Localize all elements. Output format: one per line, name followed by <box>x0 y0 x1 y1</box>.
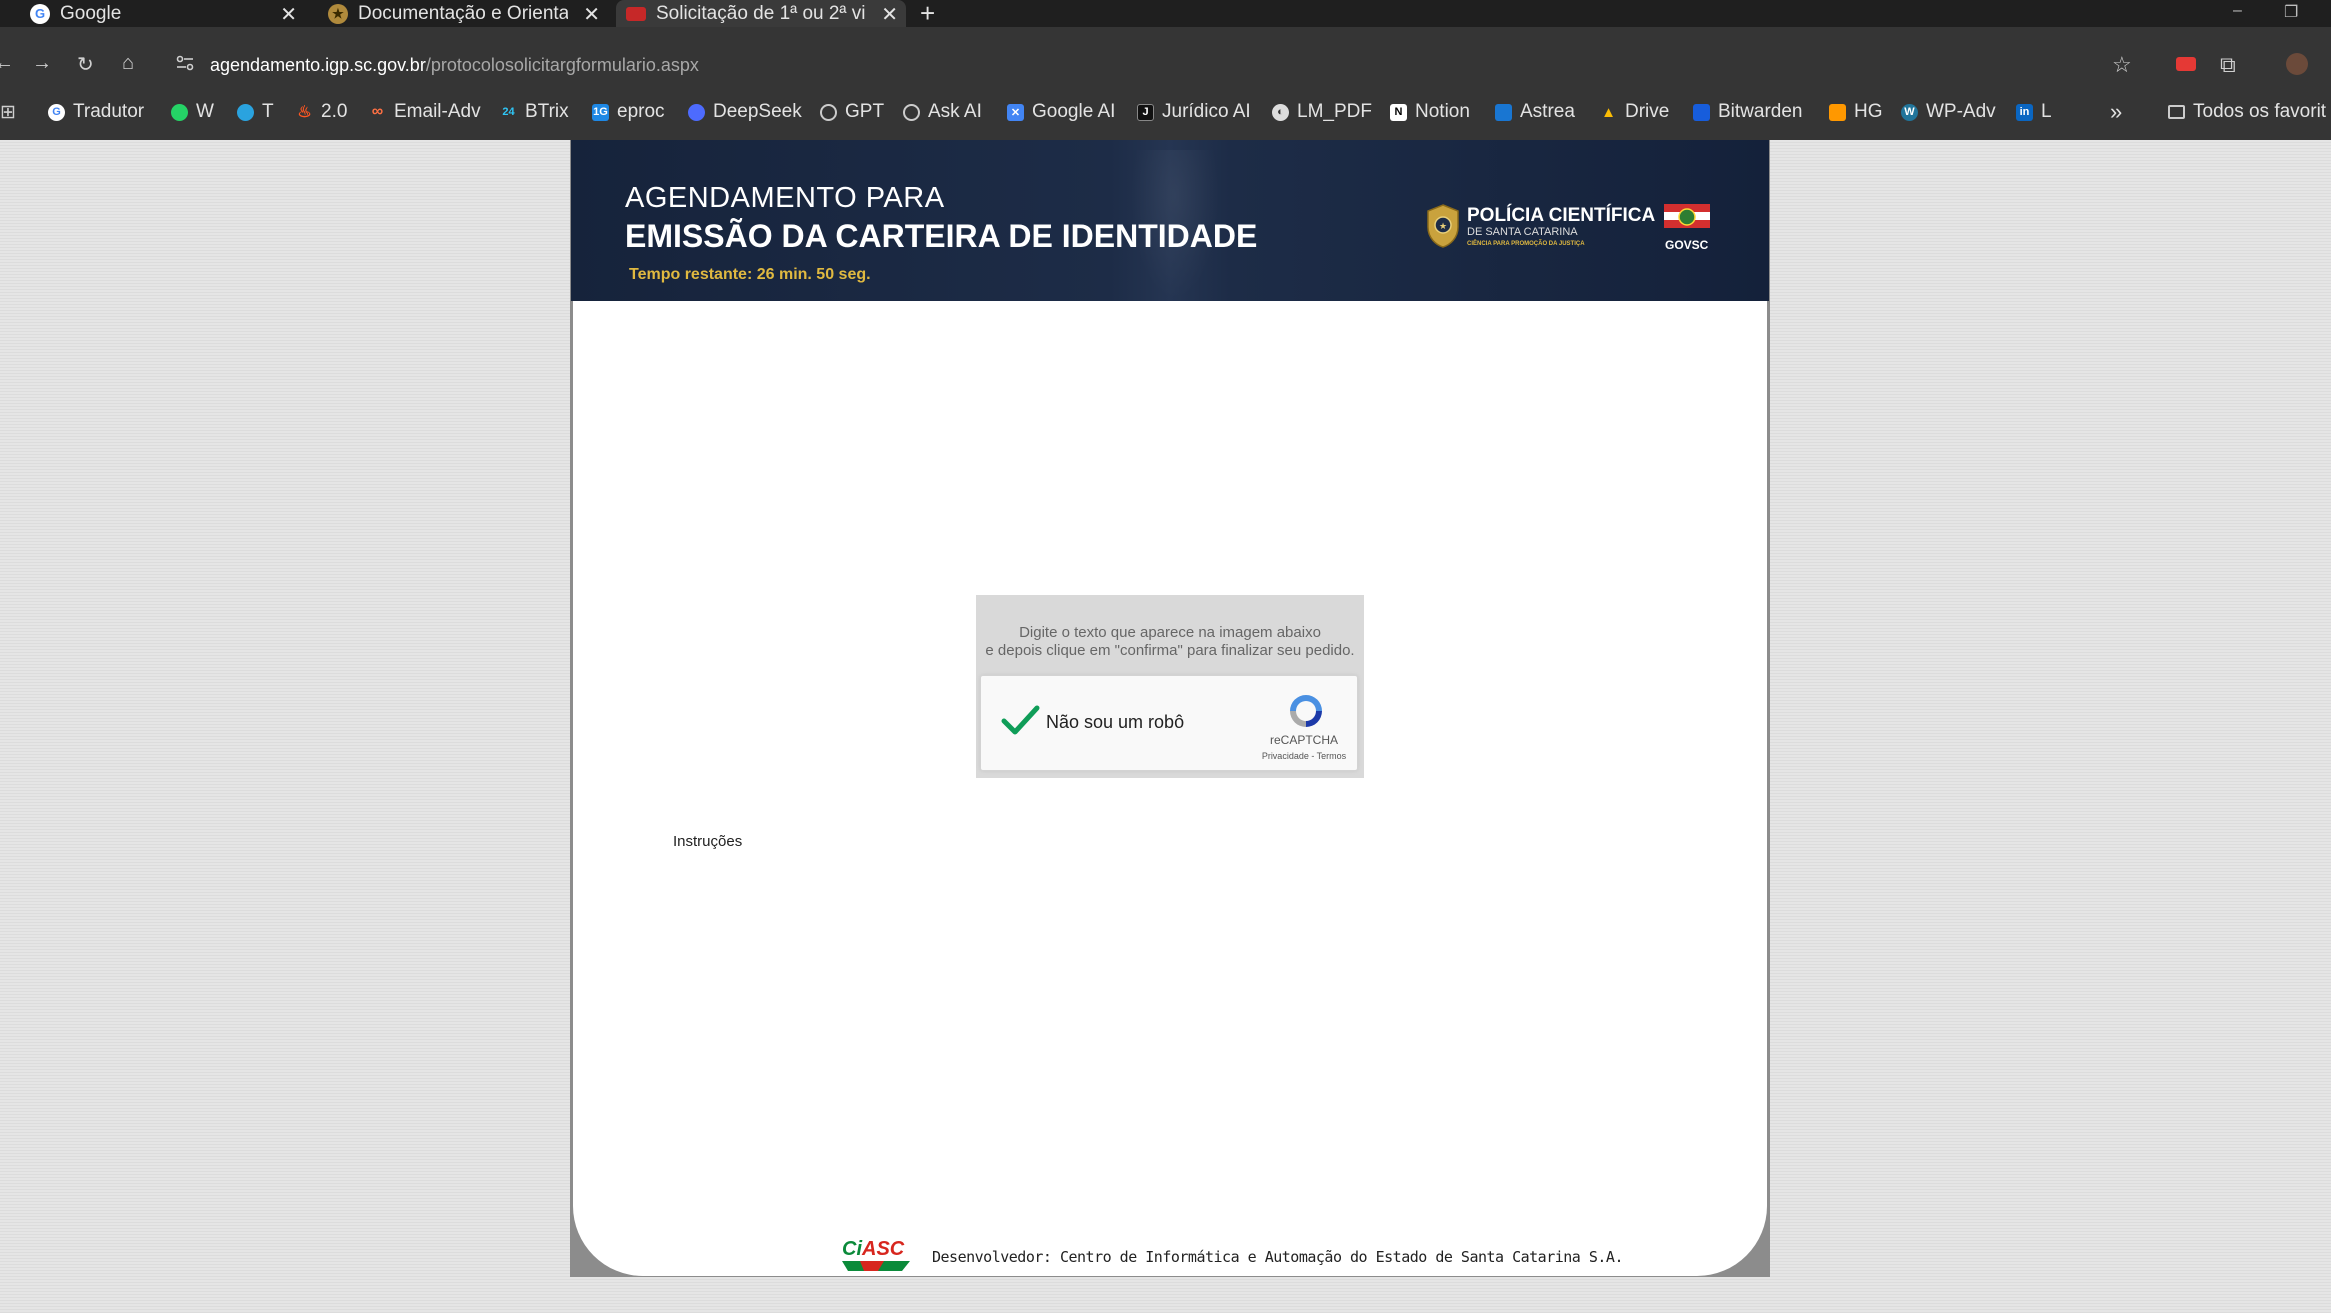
tab-google[interactable]: G Google ✕ <box>20 0 305 27</box>
bookmark-notion[interactable]: N Notion <box>1390 101 1470 123</box>
deepseek-icon <box>688 103 705 121</box>
bookmark-hg[interactable]: HG <box>1829 101 1883 123</box>
bookmark-drive[interactable]: ▲ Drive <box>1600 101 1669 123</box>
home-icon[interactable]: ⌂ <box>122 52 134 75</box>
bookmark-juridico-ai[interactable]: J Jurídico AI <box>1137 101 1251 123</box>
notion-icon: N <box>1390 103 1407 121</box>
site-settings-icon[interactable] <box>176 55 194 71</box>
org-tagline: CIÊNCIA PARA PROMOÇÃO DA JUSTIÇA <box>1467 241 1585 247</box>
close-tab-icon[interactable]: ✕ <box>881 2 898 27</box>
astrea-icon <box>1495 103 1512 121</box>
close-tab-icon[interactable]: ✕ <box>583 2 600 27</box>
svg-text:★: ★ <box>1439 221 1447 231</box>
captcha-instruction-line1: Digite o texto que aparece na imagem aba… <box>1019 624 1321 641</box>
hg-icon <box>1829 103 1846 121</box>
openai-icon <box>903 103 920 121</box>
lm-icon: ◐ <box>1272 103 1289 121</box>
captcha-instruction-line2: e depois clique em "confirma" para final… <box>985 642 1355 659</box>
minimize-icon[interactable]: – <box>2233 2 2242 20</box>
tab-title: Google <box>60 2 122 24</box>
extension-red-icon[interactable] <box>2176 57 2196 71</box>
org-subtitle: DE SANTA CATARINA <box>1467 226 1578 238</box>
all-bookmarks-folder[interactable]: Todos os favorit <box>2168 101 2326 123</box>
developer-credit: Desenvolvedor: Centro de Informática e A… <box>932 1248 1624 1266</box>
more-bookmarks-icon[interactable]: » <box>2110 99 2122 124</box>
restore-icon[interactable]: ❐ <box>2284 2 2298 22</box>
folder-icon <box>2168 105 2185 119</box>
bookmark-astrea[interactable]: Astrea <box>1495 101 1575 123</box>
address-bar[interactable]: agendamento.igp.sc.gov.br/protocolosolic… <box>210 55 699 76</box>
whatsapp-icon <box>171 103 188 121</box>
bitrix-icon: 24 <box>502 106 515 118</box>
recaptcha-privacy-terms-links[interactable]: Privacidade - Termos <box>1244 751 1364 761</box>
flame-icon: ♨ <box>297 104 312 121</box>
bookmark-w[interactable]: W <box>171 101 214 123</box>
drive-icon: ▲ <box>1601 103 1616 121</box>
google-icon: G <box>30 3 50 24</box>
wordpress-icon: W <box>1901 103 1918 121</box>
instructions-link[interactable]: Instruções <box>673 833 742 850</box>
bookmark-gpt[interactable]: GPT <box>820 101 884 123</box>
tab-title: Solicitação de 1ª ou 2ª vi <box>656 2 866 24</box>
bookmark-l[interactable]: in L <box>2016 101 2052 123</box>
bookmark-tradutor[interactable]: G Tradutor <box>48 101 144 123</box>
sc-flag-icon <box>626 6 646 21</box>
bitwarden-icon <box>1693 103 1710 121</box>
bookmark-wp-adv[interactable]: W WP-Adv <box>1901 101 1996 123</box>
header-title-line1: AGENDAMENTO PARA <box>625 182 945 214</box>
recaptcha-checkbox-label[interactable]: Não sou um robô <box>1046 712 1184 733</box>
url-host: agendamento.igp.sc.gov.br <box>210 55 426 75</box>
bookmark-google-ai[interactable]: ✕ Google AI <box>1007 101 1115 123</box>
checkmark-icon[interactable] <box>1000 700 1040 740</box>
svg-text:ASC: ASC <box>861 1238 905 1260</box>
back-icon[interactable]: ← <box>0 52 14 75</box>
bookmark-email-adv[interactable]: ∞ Email-Adv <box>369 101 481 123</box>
bookmark-bitwarden[interactable]: Bitwarden <box>1693 101 1803 123</box>
ciasc-logo: Ci ASC <box>842 1238 910 1271</box>
gov-label: GOVSC <box>1665 238 1709 252</box>
svg-text:Ci: Ci <box>842 1238 862 1260</box>
google-icon: G <box>48 103 65 121</box>
page-content <box>573 301 1767 1276</box>
recaptcha-logo-icon <box>1290 695 1322 727</box>
eproc-icon: 1G <box>592 103 609 121</box>
juridico-icon: J <box>1137 103 1154 121</box>
reload-icon[interactable]: ↻ <box>77 52 94 77</box>
bookmark-lm-pdf[interactable]: ◐ LM_PDF <box>1272 101 1372 123</box>
linkedin-icon: in <box>2016 103 2033 121</box>
header-title-line2: EMISSÃO DA CARTEIRA DE IDENTIDADE <box>625 218 1258 254</box>
org-title: POLÍCIA CIENTÍFICA <box>1467 205 1656 226</box>
close-tab-icon[interactable]: ✕ <box>280 2 297 27</box>
tab-solicitacao[interactable]: Solicitação de 1ª ou 2ª vi ✕ <box>616 0 906 27</box>
url-path: /protocolosolicitargformulario.aspx <box>425 55 699 75</box>
google-ai-icon: ✕ <box>1007 103 1024 121</box>
forward-icon[interactable]: → <box>32 52 52 75</box>
session-timer: Tempo restante: 26 min. 50 seg. <box>629 266 871 283</box>
bookmark-deepseek[interactable]: DeepSeek <box>688 101 802 123</box>
openai-icon <box>820 103 837 121</box>
extensions-puzzle-icon[interactable]: ⧉ <box>2220 52 2236 78</box>
new-tab-button[interactable]: + <box>920 0 935 29</box>
bookmark-2-0[interactable]: ♨ 2.0 <box>296 101 347 123</box>
captcha-instructions: Digite o texto que aparece na imagem aba… <box>976 624 1364 660</box>
bookmark-ask-ai[interactable]: Ask AI <box>903 101 982 123</box>
profile-avatar[interactable] <box>2286 53 2308 75</box>
bookmark-star-icon[interactable]: ☆ <box>2112 52 2132 78</box>
police-badge-icon: ★ <box>328 3 348 24</box>
bookmark-eproc[interactable]: 1G eproc <box>592 101 665 123</box>
apps-grid-icon[interactable]: ⊞ <box>0 101 16 123</box>
recaptcha-brand: reCAPTCHA <box>1269 733 1338 747</box>
tab-documentacao[interactable]: ★ Documentação e Orienta ✕ <box>318 0 608 27</box>
tab-title: Documentação e Orienta <box>358 2 568 24</box>
telegram-icon <box>237 103 254 121</box>
bookmark-t[interactable]: T <box>237 101 274 123</box>
bookmark-btrix[interactable]: 24 BTrix <box>500 101 568 123</box>
link-icon: ∞ <box>371 103 384 120</box>
policia-cientifica-badge-icon: ★ <box>1427 204 1459 248</box>
